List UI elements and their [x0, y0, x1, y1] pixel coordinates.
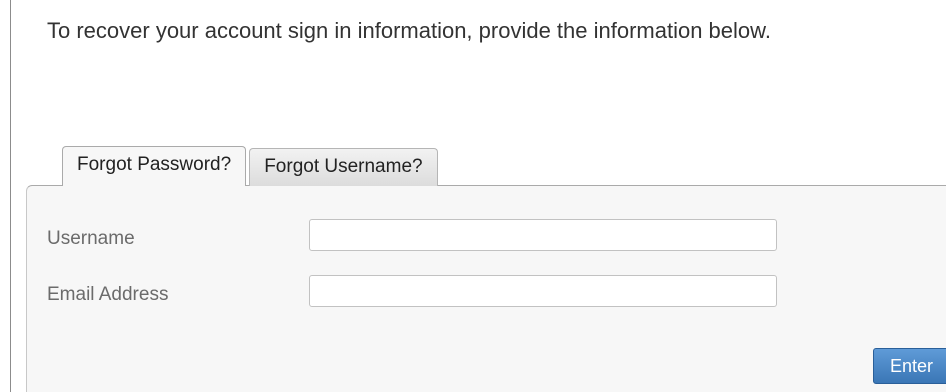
email-label: Email Address	[47, 284, 169, 305]
tab-forgot-password[interactable]: Forgot Password?	[62, 146, 247, 186]
username-input[interactable]	[309, 219, 777, 251]
username-label: Username	[47, 228, 135, 249]
email-input[interactable]	[309, 275, 777, 307]
intro-text: To recover your account sign in informat…	[47, 18, 771, 43]
enter-button[interactable]: Enter	[873, 348, 946, 384]
recovery-page: To recover your account sign in informat…	[10, 0, 946, 392]
recovery-form-panel: Username Email Address Enter	[26, 185, 946, 392]
recovery-tabs: Forgot Password? Forgot Username?	[62, 146, 441, 186]
tab-forgot-username[interactable]: Forgot Username?	[249, 148, 438, 186]
